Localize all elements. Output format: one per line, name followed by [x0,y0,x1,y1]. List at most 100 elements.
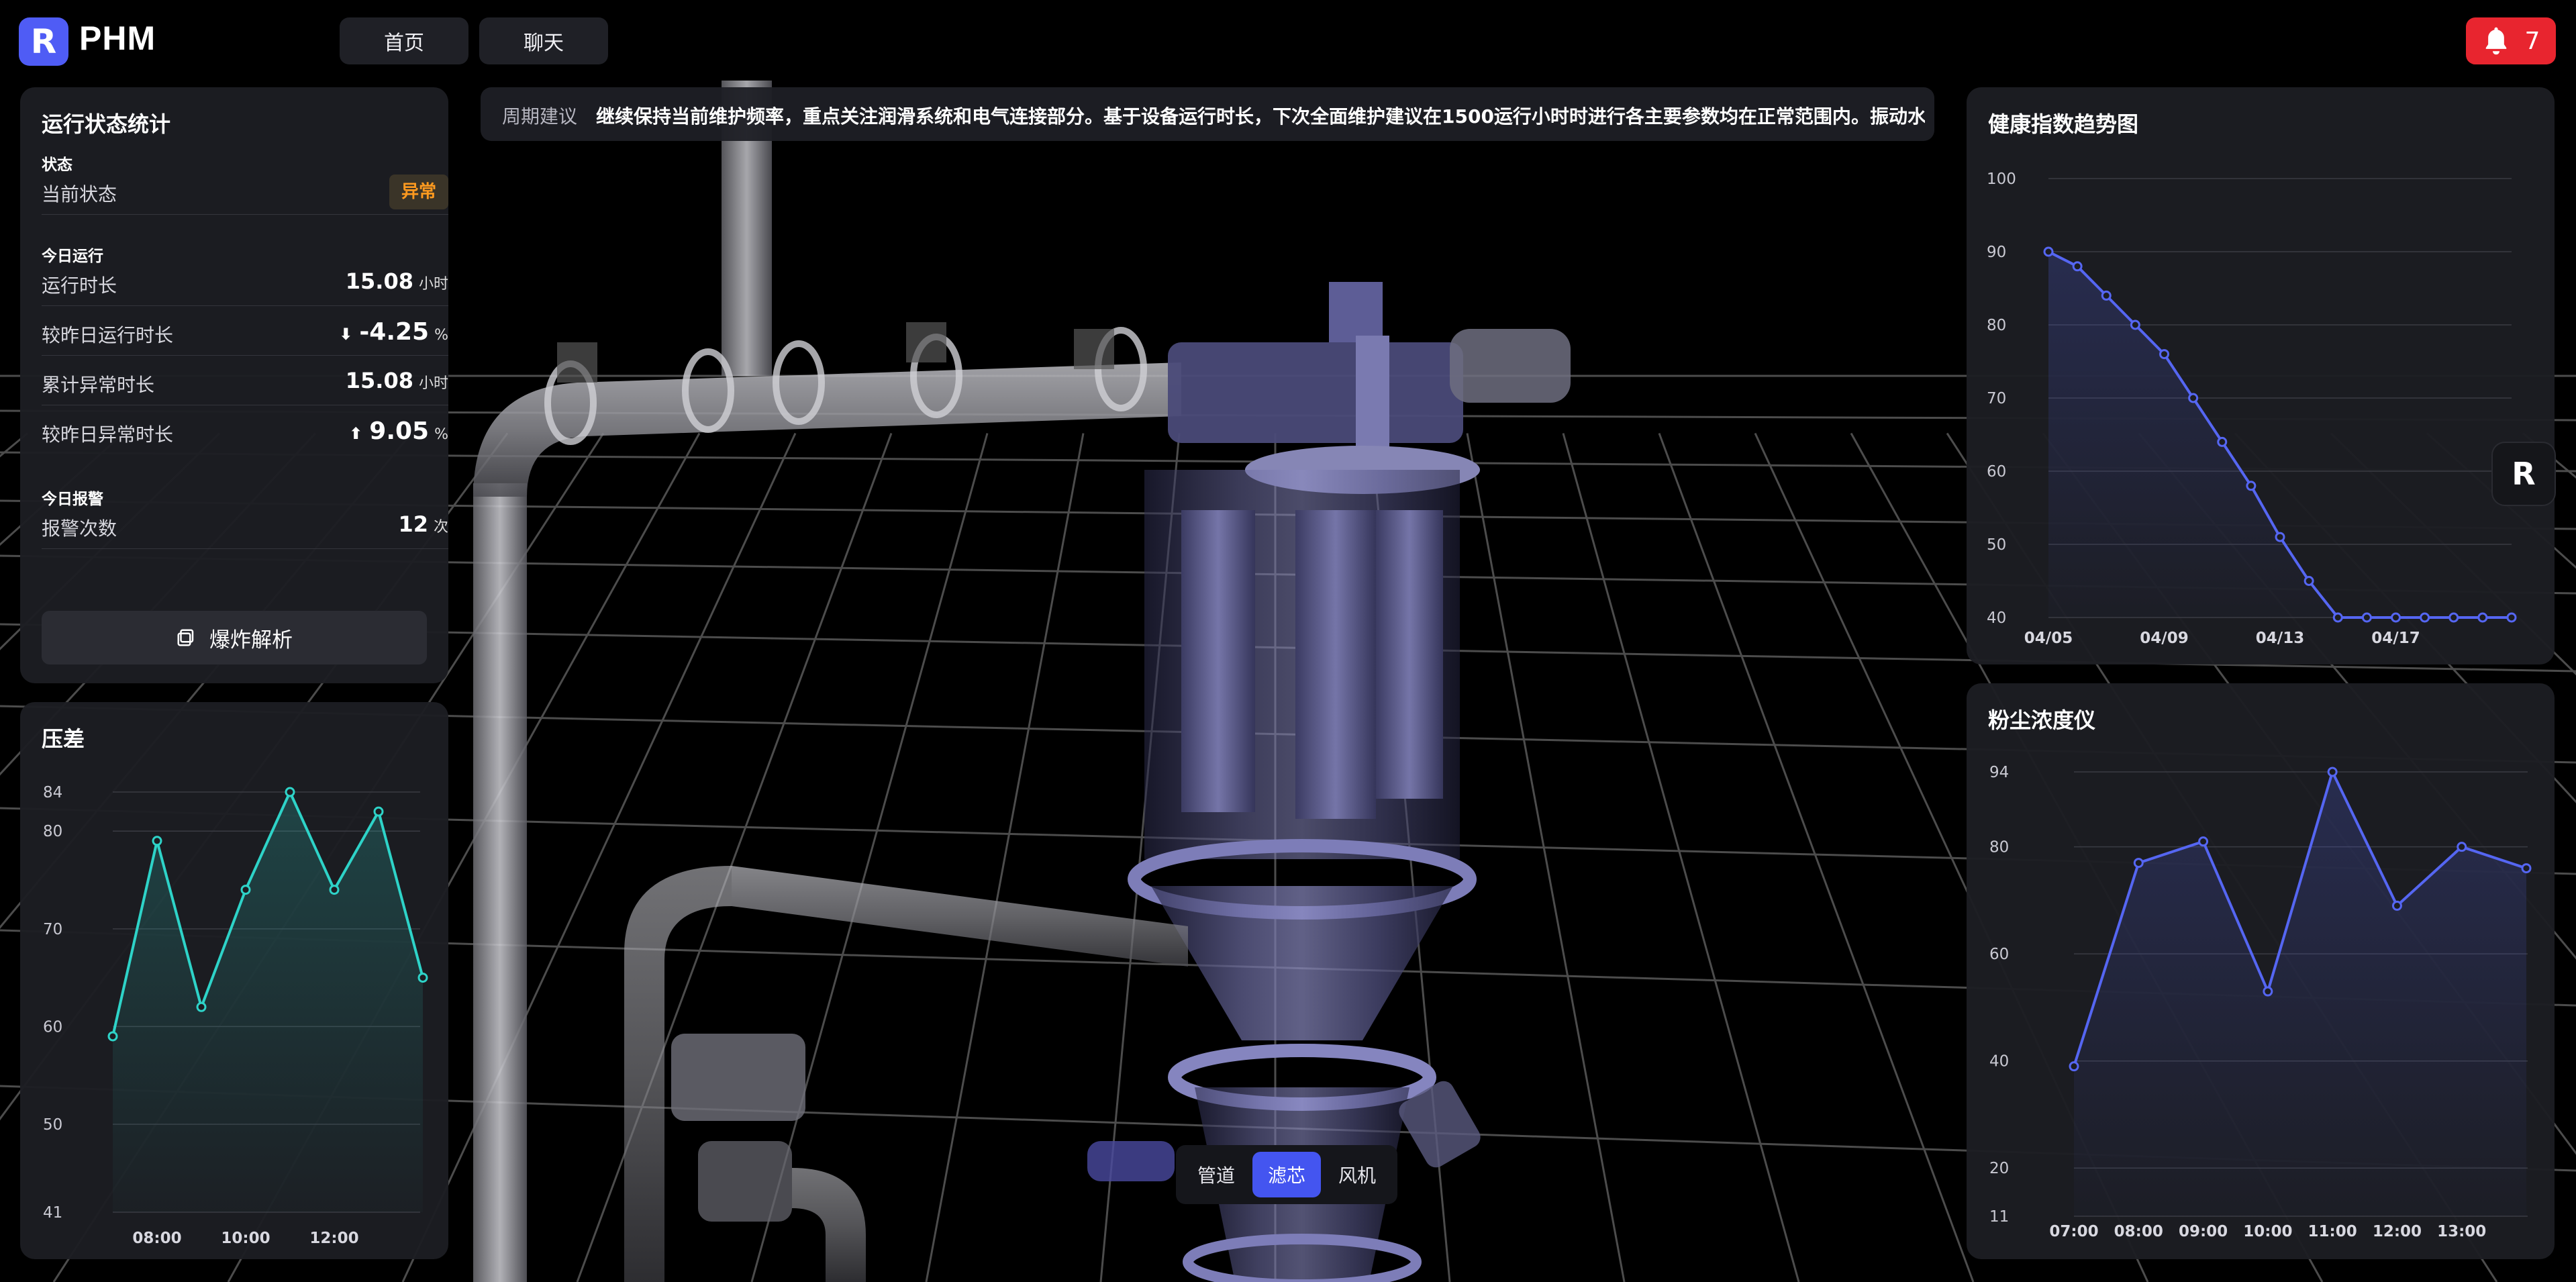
y-tick-label: 84 [43,784,62,801]
layers-icon [177,629,194,646]
x-tick-label: 04/05 [2024,630,2073,647]
data-point [2217,436,2228,447]
y-tick-label: 100 [1987,170,2016,188]
explode-view-button[interactable]: 爆炸解析 [42,611,427,664]
data-point [2069,1061,2079,1072]
data-point [2133,858,2144,869]
assistant-logo-button[interactable]: R [2491,442,2556,506]
y-tick-label: 80 [43,823,62,840]
arrow-up-icon: ⬆ [349,424,363,443]
dust-concentration-panel: 粉尘浓度仪 11 20 40 60 80 94 07:00 08:00 09:00 10:00 11… [1967,683,2555,1259]
y-tick-label: 50 [1987,536,2006,554]
x-tick-label: 04/13 [2256,630,2304,647]
side-logo-letter: R [2512,456,2536,492]
health-index-panel: 健康指数趋势图 40 50 60 70 80 90 100 04/05 04/09 04/13 04… [1967,87,2555,664]
nav-chat-button[interactable]: 聊天 [479,17,608,64]
current-status-row: 当前状态 异常 [42,166,448,215]
y-tick-label: 80 [1989,839,2009,856]
x-tick-label: 04/09 [2140,630,2188,647]
data-point [2521,863,2532,874]
data-point [2072,261,2083,272]
abnormal-vs-yesterday-label: 较昨日异常时长 [42,424,174,446]
y-tick-label: 90 [1987,244,2006,261]
x-tick-label: 10:00 [2243,1223,2292,1240]
x-tick-label: 10:00 [221,1230,270,1247]
data-point [2159,349,2169,360]
x-tick-label: 11:00 [2308,1223,2357,1240]
data-point [2477,612,2488,623]
abnormal-total-value: 15.08 [345,368,413,393]
y-tick-label: 20 [1989,1160,2009,1177]
run-status-title: 运行状态统计 [42,111,171,137]
run-time-label: 运行时长 [42,275,117,297]
data-point [2275,532,2285,542]
pressure-chart-panel: 压差 41 50 60 70 80 84 08:00 10:00 12:00 [20,702,448,1259]
data-point [2101,290,2112,301]
run-vs-yesterday-unit: % [434,327,448,344]
data-point [196,1001,207,1012]
segment-fan[interactable]: 风机 [1324,1152,1391,1197]
floor-grid-line [1466,433,1626,1282]
pressure-chart[interactable]: 41 50 60 70 80 84 08:00 10:00 12:00 [20,702,448,1259]
x-tick-label: 09:00 [2179,1223,2228,1240]
y-tick-label: 40 [1987,609,2006,627]
abnormal-total-row: 累计异常时长 15.08 小时 [42,357,448,405]
data-point [417,973,428,983]
bell-icon [2485,27,2506,55]
data-point [2457,842,2467,852]
current-status-label: 当前状态 [42,183,117,205]
run-vs-yesterday-label: 较昨日运行时长 [42,324,174,346]
explode-view-label: 爆炸解析 [209,628,293,652]
data-point [240,885,251,895]
data-point [285,787,295,797]
dust-concentration-chart[interactable]: 11 20 40 60 80 94 07:00 08:00 09:00 10:00 11:00 12:… [1967,683,2555,1259]
alarm-count-row: 报警次数 12 次 [42,501,448,549]
component-segment-control: 管道 滤芯 风机 [1176,1145,1397,1204]
data-point [2391,612,2401,623]
abnormal-vs-yesterday-unit: % [434,426,448,443]
y-tick-label: 80 [1987,317,2006,334]
data-point [2198,836,2209,847]
data-point [329,885,340,895]
x-tick-label: 08:00 [132,1230,181,1247]
run-time-value: 15.08 [345,268,413,294]
y-tick-label: 94 [1989,764,2009,781]
x-tick-label: 13:00 [2437,1223,2486,1240]
segment-filter[interactable]: 滤芯 [1252,1152,1321,1197]
abnormal-vs-yesterday-row: 较昨日异常时长 ⬆ 9.05% [42,407,448,455]
run-vs-yesterday-row: 较昨日运行时长 ⬇ -4.25% [42,307,448,356]
y-tick-label: 70 [43,921,62,938]
x-tick-label: 08:00 [2114,1223,2163,1240]
logo-letter: R [30,22,57,61]
alarm-count-value: 12 [398,511,428,537]
y-tick-label: 41 [43,1204,62,1222]
app-logo[interactable]: R [19,17,68,66]
data-point [2506,612,2517,623]
y-tick-label: 11 [1989,1208,2009,1226]
x-tick-label: 04/17 [2371,630,2420,647]
alarm-button[interactable]: 7 [2466,17,2556,64]
data-point [107,1031,118,1042]
data-point [152,836,162,846]
x-tick-label: 12:00 [2373,1223,2422,1240]
alarm-count-unit: 次 [433,519,448,536]
stat-list[interactable]: 状态 当前状态 异常 今日运行 运行时长 15.08 小时 较昨日运行时长 ⬇ -4… [42,152,448,677]
app-title: PHM [79,19,156,57]
health-index-chart[interactable]: 40 50 60 70 80 90 100 04/05 04/09 04/13 04/17 [1967,87,2555,664]
data-point [2303,576,2314,586]
alarm-count-label: 报警次数 [42,517,117,540]
abnormal-total-label: 累计异常时长 [42,374,155,396]
segment-pipe[interactable]: 管道 [1183,1152,1250,1197]
data-point [2332,612,2343,623]
data-point [2130,319,2140,330]
data-point [2361,612,2372,623]
maintenance-suggestion-banner: 周期建议 继续保持当前维护频率，重点关注润滑系统和电气连接部分。基于设备运行时长… [481,87,1934,141]
data-point [373,806,384,817]
y-tick-label: 40 [1989,1053,2009,1071]
y-tick-label: 50 [43,1116,62,1134]
y-tick-label: 60 [43,1018,62,1036]
nav-home-button[interactable]: 首页 [340,17,468,64]
y-tick-label: 70 [1987,390,2006,407]
data-point [2263,986,2273,997]
data-point [2327,767,2338,777]
